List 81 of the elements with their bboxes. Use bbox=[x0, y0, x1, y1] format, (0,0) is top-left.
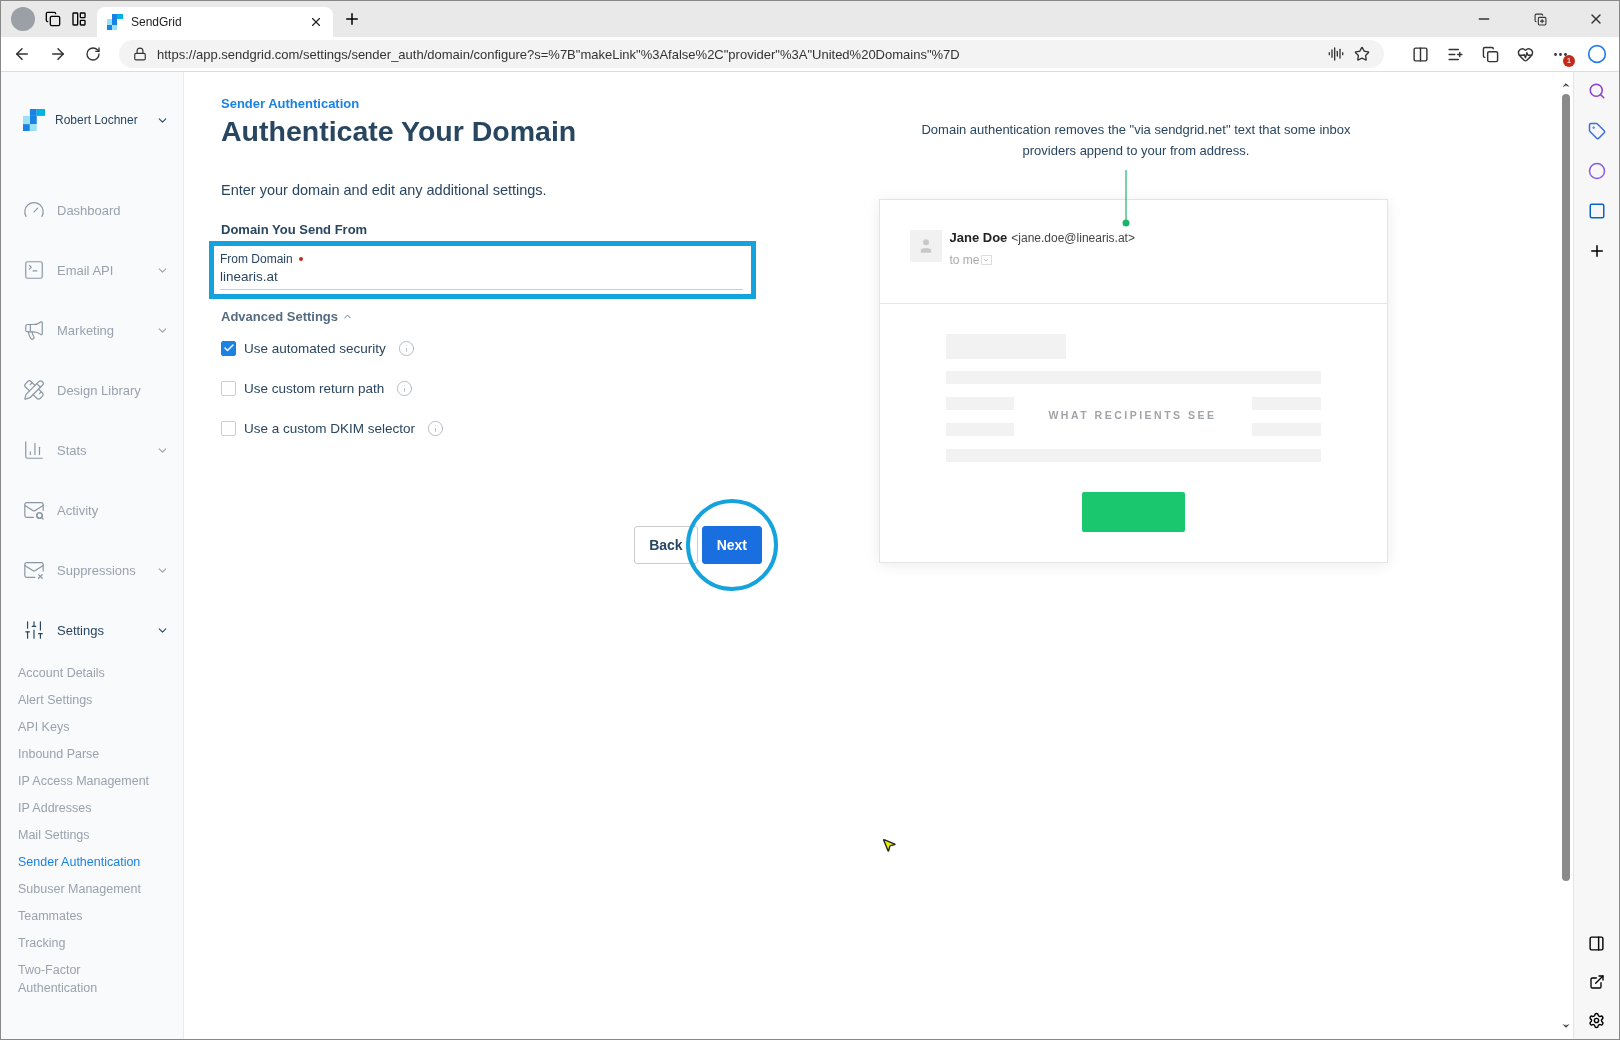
tab-title: SendGrid bbox=[131, 15, 183, 29]
restore-icon[interactable] bbox=[1533, 12, 1547, 26]
account-name: Robert Lochner bbox=[55, 113, 139, 127]
collections-icon[interactable] bbox=[1482, 45, 1499, 63]
domain-field[interactable]: linearis.at bbox=[220, 266, 743, 290]
bar-chart-icon bbox=[23, 439, 45, 461]
nav-item[interactable]: Activity bbox=[1, 480, 183, 540]
checkbox[interactable] bbox=[221, 340, 236, 356]
lock-icon bbox=[133, 47, 147, 61]
nav-subitem[interactable]: Subuser Management bbox=[1, 880, 161, 898]
favorite-star-icon[interactable] bbox=[1354, 46, 1370, 62]
sidebar-toggle-icon[interactable] bbox=[1588, 935, 1605, 952]
split-screen-icon[interactable] bbox=[1412, 45, 1429, 63]
description-text: Domain authentication removes the "via sendgrid.net" text that some inbox providers append to your from address. bbox=[920, 121, 1352, 160]
checkbox-label: Use custom return path bbox=[244, 380, 385, 396]
sender-email: <jane.doe@linearis.at> bbox=[1011, 231, 1135, 245]
mail-search-icon bbox=[23, 499, 45, 521]
checkbox-label: Use automated security bbox=[244, 340, 386, 356]
sliders-icon bbox=[23, 619, 45, 641]
url-text: https://app.sendgrid.com/settings/sender_auth/domain/configure?s=%7B"makeLink"%3Afalse%2C"provider"%3A"United%20Domains"%7D bbox=[157, 46, 961, 62]
nav-subitem[interactable]: Sender Authentication bbox=[1, 853, 161, 871]
notification-badge: 1 bbox=[1563, 54, 1575, 67]
section-label: Domain You Send From bbox=[221, 222, 368, 237]
avatar-placeholder bbox=[909, 230, 942, 262]
breadcrumb-link[interactable]: Sender Authentication bbox=[221, 96, 360, 111]
pencil-ruler-icon bbox=[23, 379, 45, 401]
scrollbar-thumb[interactable] bbox=[1562, 94, 1570, 881]
next-button[interactable]: Next bbox=[701, 526, 762, 564]
close-icon[interactable] bbox=[309, 15, 323, 29]
nav-item[interactable]: Stats bbox=[1, 420, 183, 480]
field-label: From Domain bbox=[220, 252, 293, 266]
nav-subitem[interactable]: API Keys bbox=[1, 718, 161, 736]
heart-pulse-icon[interactable] bbox=[1517, 45, 1534, 63]
external-link-icon[interactable] bbox=[1588, 974, 1605, 990]
nav-subitem[interactable]: Tracking bbox=[1, 934, 161, 952]
connector-line bbox=[1122, 170, 1129, 227]
nav-item[interactable]: Suppressions bbox=[1, 540, 183, 600]
tag-icon[interactable] bbox=[1587, 122, 1606, 140]
circle-app-icon[interactable] bbox=[1587, 162, 1606, 180]
tab-actions-icon[interactable] bbox=[71, 11, 87, 27]
settings-icon[interactable] bbox=[1588, 1012, 1605, 1029]
page-title: Authenticate Your Domain bbox=[221, 115, 577, 148]
nav-item[interactable]: Settings bbox=[1, 600, 183, 660]
nav-subitem[interactable]: IP Access Management bbox=[1, 772, 161, 790]
back-icon[interactable] bbox=[13, 45, 31, 63]
new-tab-icon[interactable] bbox=[343, 10, 361, 28]
sender-name: Jane Doe bbox=[949, 230, 1008, 245]
terminal-window-icon bbox=[23, 259, 45, 281]
nav-subitem[interactable]: Teammates bbox=[1, 907, 161, 925]
caret-icon bbox=[980, 255, 992, 265]
address-bar[interactable]: https://app.sendgrid.com/settings/sender_auth/domain/configure?s=%7B"makeLink"%3Afalse%2C"provider"%3A"United%20Domains"%7D bbox=[119, 40, 1384, 68]
nav-subitem[interactable]: Mail Settings bbox=[1, 826, 161, 844]
nav-subitem[interactable]: IP Addresses bbox=[1, 799, 161, 817]
browser-tab[interactable]: SendGrid bbox=[97, 7, 333, 37]
nav-item[interactable]: Dashboard bbox=[1, 180, 183, 240]
nav-item[interactable]: Marketing bbox=[1, 300, 183, 360]
scroll-up-icon[interactable] bbox=[1561, 80, 1571, 90]
nav-subitem[interactable]: Inbound Parse bbox=[1, 745, 161, 763]
megaphone-icon bbox=[23, 319, 45, 341]
mail-blocked-icon bbox=[23, 559, 45, 581]
read-aloud-icon[interactable] bbox=[1328, 46, 1344, 62]
nav-subitem[interactable]: Two-Factor Authentication bbox=[1, 961, 161, 997]
back-button[interactable]: Back bbox=[634, 526, 698, 564]
scroll-down-icon[interactable] bbox=[1561, 1021, 1571, 1031]
search-icon[interactable] bbox=[1587, 82, 1606, 100]
forward-icon[interactable] bbox=[49, 45, 67, 63]
logo-icon bbox=[23, 109, 45, 131]
intro-text: Enter your domain and edit any additional settings. bbox=[221, 182, 547, 198]
cursor-icon bbox=[881, 837, 897, 853]
checkbox[interactable] bbox=[221, 380, 236, 396]
nav-subitem[interactable]: Account Details bbox=[1, 664, 161, 682]
advanced-settings-toggle[interactable]: Advanced Settings bbox=[221, 309, 354, 324]
nav-item[interactable]: Email API bbox=[1, 240, 183, 300]
nav-item[interactable]: Design Library bbox=[1, 360, 183, 420]
checkbox[interactable] bbox=[221, 420, 236, 436]
logo-icon bbox=[107, 14, 123, 30]
refresh-icon[interactable] bbox=[85, 46, 101, 62]
recipient-text: to me bbox=[949, 253, 980, 267]
checkbox-label: Use a custom DKIM selector bbox=[244, 420, 416, 436]
nav-subitem[interactable]: Alert Settings bbox=[1, 691, 161, 709]
workspaces-icon[interactable] bbox=[45, 11, 61, 27]
